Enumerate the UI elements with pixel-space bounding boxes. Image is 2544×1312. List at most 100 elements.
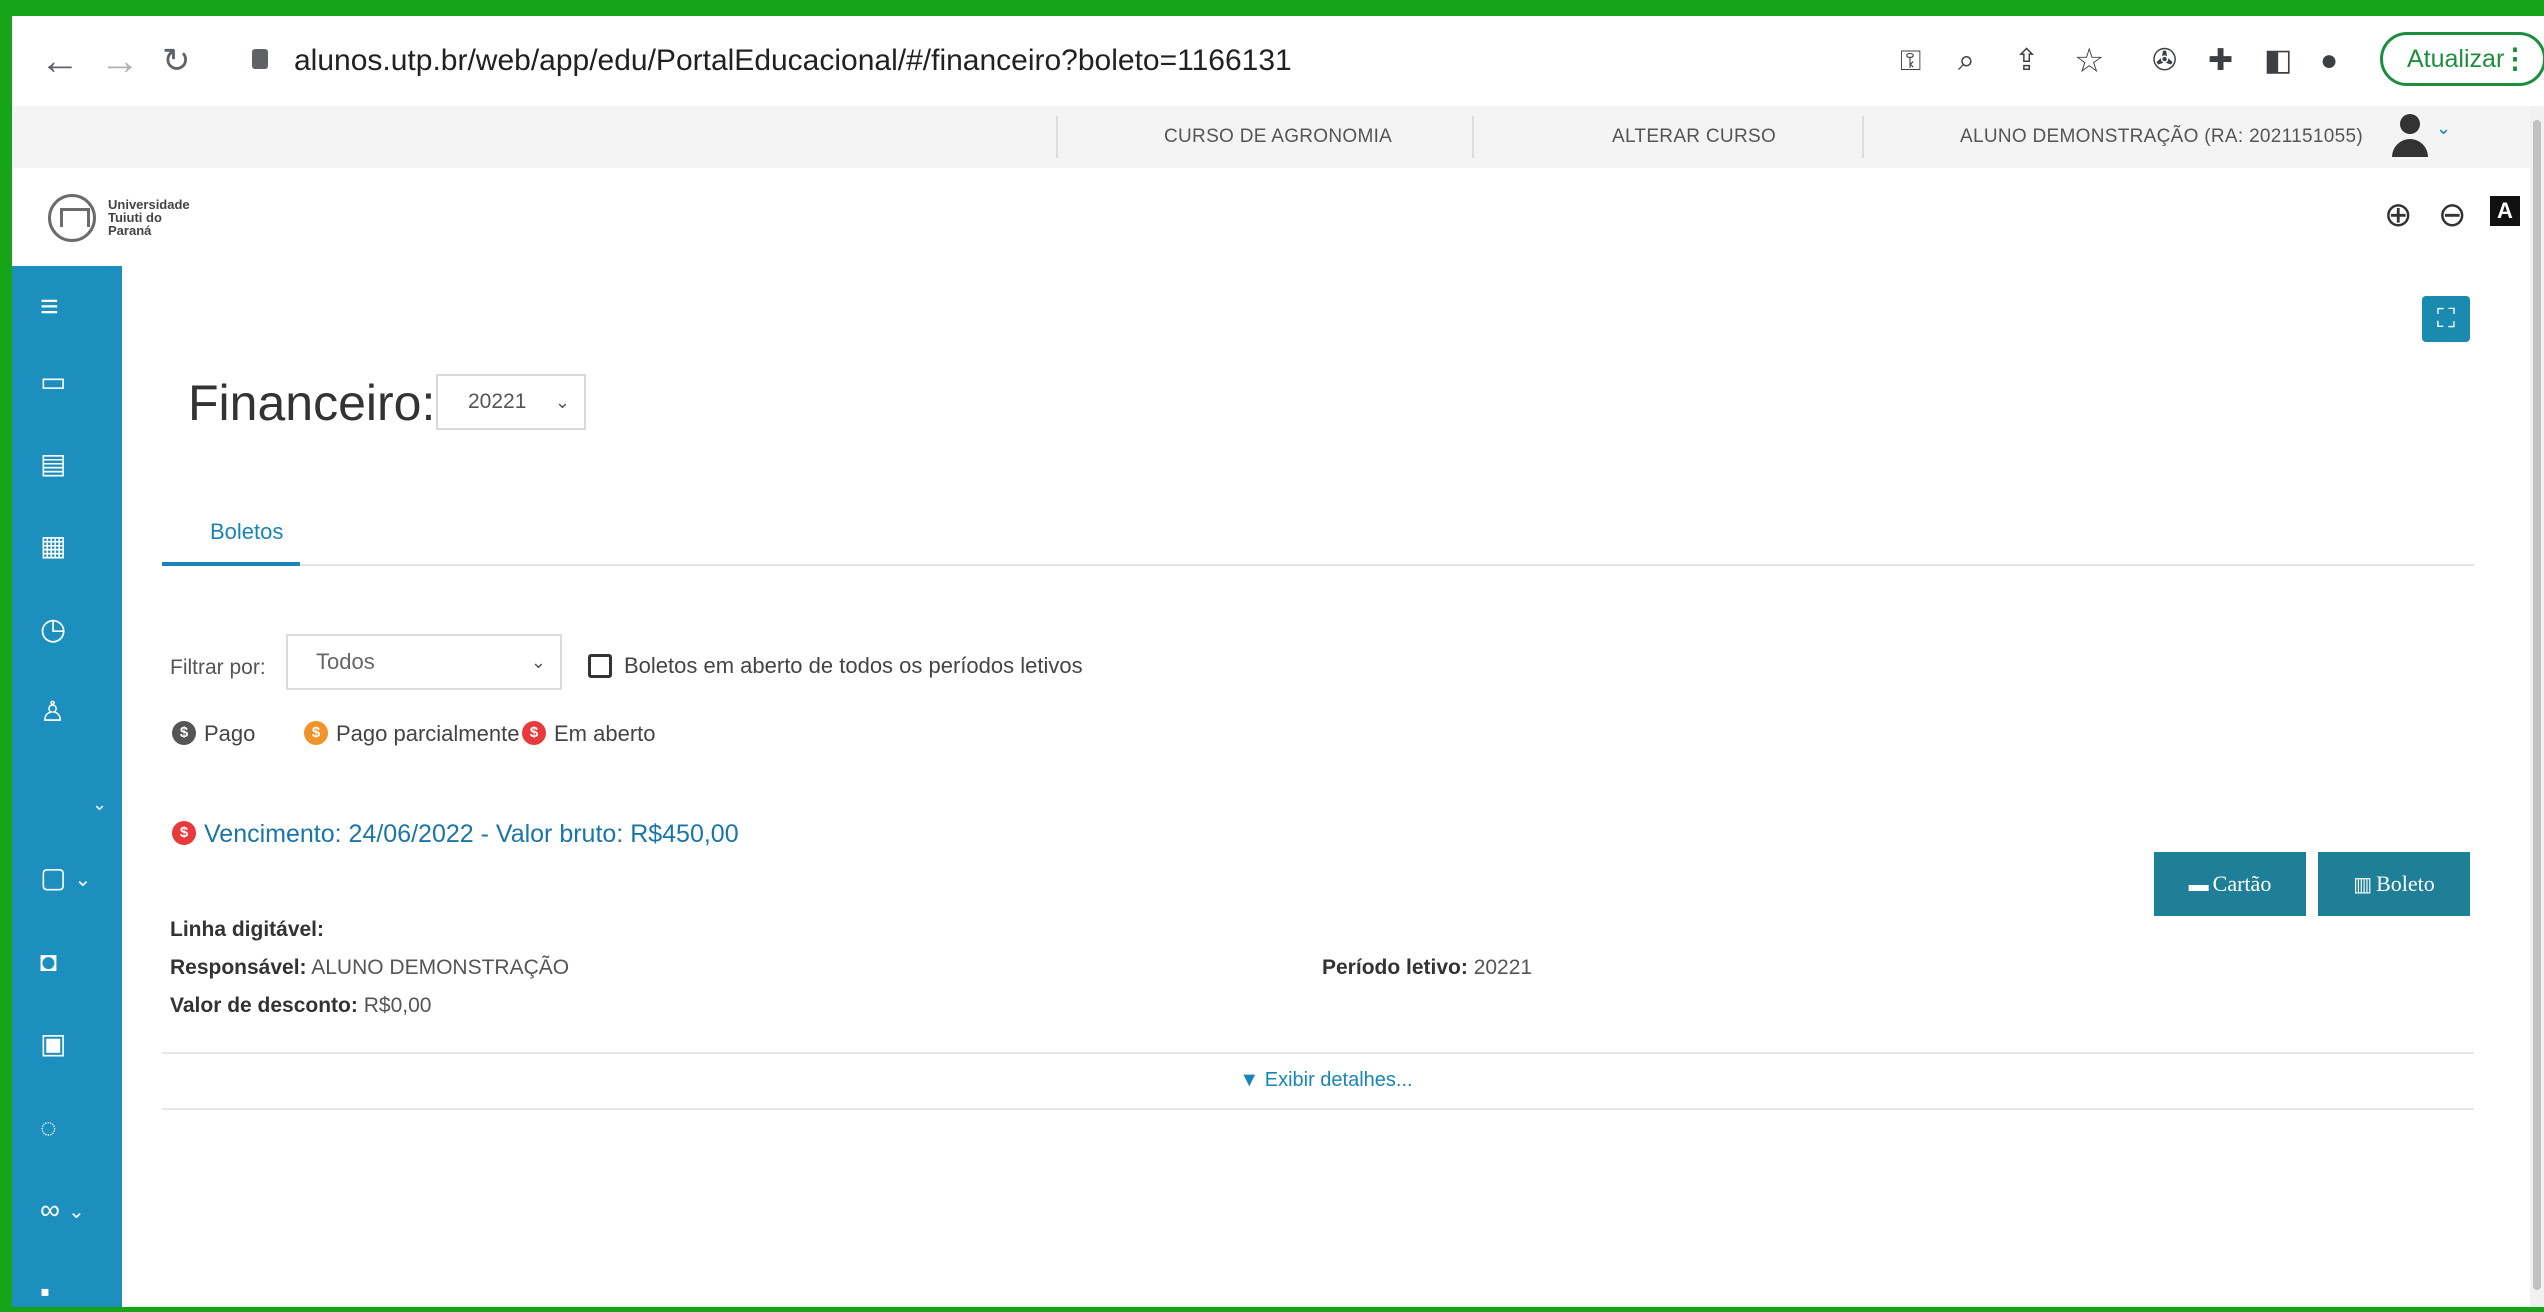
- linha-digitavel-row: Linha digitável:: [170, 914, 324, 946]
- user-avatar-icon: [2400, 114, 2420, 134]
- responsavel-row: Responsável: ALUNO DEMONSTRAÇÃO: [170, 952, 569, 984]
- legend-partial: $ Pago parcialmente: [304, 718, 519, 750]
- high-contrast-icon[interactable]: A: [2490, 196, 2520, 226]
- partial-status-icon: $: [304, 721, 328, 746]
- share-icon[interactable]: ⇪: [2014, 34, 2039, 88]
- puzzle-icon[interactable]: ✚: [2208, 34, 2233, 88]
- open-all-periods-checkbox[interactable]: [588, 654, 612, 678]
- divider: [1472, 116, 1474, 158]
- filter-label: Filtrar por:: [170, 656, 266, 679]
- filter-select[interactable]: Todos ⌄: [286, 634, 562, 690]
- chevron-down-icon: ⌄: [2436, 118, 2452, 138]
- calendar-icon[interactable]: ▤: [40, 444, 66, 484]
- chevron-down-icon: ⌄: [530, 652, 546, 672]
- reload-icon[interactable]: ↻: [162, 34, 191, 88]
- card-button-label: Cartão: [2212, 871, 2272, 896]
- legend-paid-label: Pago: [204, 721, 256, 746]
- tabs-divider: [162, 564, 2474, 566]
- boleto-due-text: Vencimento: 24/06/2022 - Valor bruto: R$…: [204, 820, 739, 848]
- menu-dots-icon[interactable]: ⋮: [2501, 35, 2529, 83]
- document-icon[interactable]: ▪: [40, 1272, 50, 1312]
- zoom-in-icon[interactable]: ⊕: [2384, 198, 2413, 232]
- star-icon[interactable]: ☆: [2074, 34, 2104, 88]
- sidepanel-icon[interactable]: ◧: [2264, 34, 2292, 88]
- zoom-out-icon[interactable]: ⊖: [2438, 198, 2467, 232]
- sidebar: ≡ ▭ ▤ ▦ ◷ ♙ ⌄ ▢ ⌄ ◘ ▣ ◌ ∞ ⌄ ▪: [12, 266, 122, 1307]
- browser-toolbar: ← → ↻ alunos.utp.br/web/app/edu/PortalEd…: [12, 16, 2544, 106]
- app-top-bar: CURSO DE AGRONOMIA ALTERAR CURSO ALUNO D…: [12, 106, 2530, 168]
- scrollbar-thumb[interactable]: [2533, 120, 2541, 1290]
- monitor-icon[interactable]: ▭: [40, 362, 66, 402]
- key-icon[interactable]: ⚿: [1900, 34, 1921, 88]
- responsavel-label: Responsável:: [170, 956, 307, 979]
- desconto-value: R$0,00: [363, 994, 432, 1017]
- responsavel-value: ALUNO DEMONSTRAÇÃO: [311, 956, 570, 979]
- legend-paid: $ Pago: [172, 718, 255, 750]
- lock-icon: [252, 49, 268, 70]
- chevron-down-icon[interactable]: ⌄: [92, 784, 107, 824]
- periodo-letivo-value: 20221: [1473, 956, 1533, 979]
- chat-icon[interactable]: ◌: [40, 1108, 57, 1148]
- forward-icon[interactable]: →: [100, 34, 140, 88]
- filter-select-value: Todos: [316, 649, 375, 674]
- pay-card-button[interactable]: ▬ Cartão: [2154, 852, 2306, 916]
- divider: [1056, 116, 1058, 158]
- open-status-icon: $: [522, 721, 546, 746]
- barcode-icon: ▥: [2353, 874, 2373, 896]
- address-bar[interactable]: alunos.utp.br/web/app/edu/PortalEducacio…: [252, 34, 1292, 88]
- period-select-value: 20221: [468, 390, 527, 413]
- boleto-due-header[interactable]: $ Vencimento: 24/06/2022 - Valor bruto: R…: [172, 816, 739, 852]
- desconto-label: Valor de desconto:: [170, 994, 358, 1017]
- chevron-down-icon: ⌄: [554, 392, 570, 412]
- print-boleto-button[interactable]: ▥ Boleto: [2318, 852, 2470, 916]
- credit-card-icon: ▬: [2188, 874, 2209, 896]
- divider: [1862, 116, 1864, 158]
- profile-icon[interactable]: ●: [2320, 34, 2338, 88]
- add-user-icon[interactable]: ♙: [40, 692, 65, 732]
- change-course-link[interactable]: ALTERAR CURSO: [1612, 106, 1776, 168]
- course-name: CURSO DE AGRONOMIA: [1164, 126, 1393, 147]
- university-logo-text: Universidade Tuiuti do Paraná: [108, 198, 190, 237]
- user-menu[interactable]: ⌄: [2392, 114, 2451, 157]
- legend-open-label: Em aberto: [554, 721, 656, 746]
- update-browser-button[interactable]: Atualizar ⋮: [2380, 32, 2544, 86]
- finance-icon[interactable]: ▣: [40, 1024, 66, 1064]
- legend-partial-label: Pago parcialmente: [336, 721, 520, 746]
- fullscreen-button[interactable]: ⛶: [2422, 296, 2470, 342]
- page-scrollbar[interactable]: [2530, 106, 2544, 1307]
- period-select[interactable]: 20221 ⌄: [436, 374, 586, 430]
- boleto-button-label: Boleto: [2376, 871, 2435, 896]
- open-status-icon: $: [172, 821, 196, 846]
- tab-boletos[interactable]: Boletos: [188, 512, 305, 566]
- main-content: ⛶ Financeiro: 20221 ⌄ Boletos Filtrar por…: [122, 266, 2530, 1307]
- student-name: ALUNO DEMONSTRAÇÃO (RA: 2021151055): [1960, 126, 2363, 147]
- clock-icon[interactable]: ◷: [40, 610, 66, 650]
- zoom-icon[interactable]: ⌕: [1958, 34, 1975, 88]
- user-avatar-body: [2392, 139, 2428, 157]
- url-text[interactable]: alunos.utp.br/web/app/edu/PortalEducacio…: [294, 44, 1292, 77]
- clipboard-icon[interactable]: ▢ ⌄: [40, 858, 91, 900]
- grid-icon[interactable]: ▦: [40, 526, 66, 566]
- periodo-letivo-label: Período letivo:: [1322, 956, 1468, 979]
- inbox-icon[interactable]: ◘: [40, 942, 57, 982]
- legend-open: $ Em aberto: [522, 718, 656, 750]
- show-details-link[interactable]: ▼ Exibir detalhes...: [122, 1058, 2530, 1102]
- logo-line: Paraná: [108, 223, 152, 238]
- periodo-letivo-row: Período letivo: 20221: [1322, 952, 1532, 984]
- page-title: Financeiro:: [188, 375, 436, 431]
- expand-icon: ⛶: [2436, 303, 2456, 333]
- update-label: Atualizar: [2407, 45, 2505, 73]
- menu-icon[interactable]: ≡: [40, 286, 59, 326]
- extension-globe-icon[interactable]: ✇: [2152, 34, 2177, 88]
- desconto-row: Valor de desconto: R$0,00: [170, 990, 431, 1022]
- back-icon[interactable]: ←: [40, 34, 80, 88]
- divider: [162, 1108, 2474, 1110]
- linha-digitavel-label: Linha digitável:: [170, 918, 325, 941]
- logo-bar: Universidade Tuiuti do Paraná ⊕ ⊖ A: [12, 168, 2530, 266]
- divider: [162, 1052, 2474, 1054]
- paid-status-icon: $: [172, 721, 196, 746]
- university-logo[interactable]: [48, 194, 96, 242]
- link-icon[interactable]: ∞ ⌄: [40, 1190, 85, 1232]
- active-tab-indicator: [162, 562, 300, 566]
- open-all-periods-label: Boletos em aberto de todos os períodos l…: [624, 653, 1083, 678]
